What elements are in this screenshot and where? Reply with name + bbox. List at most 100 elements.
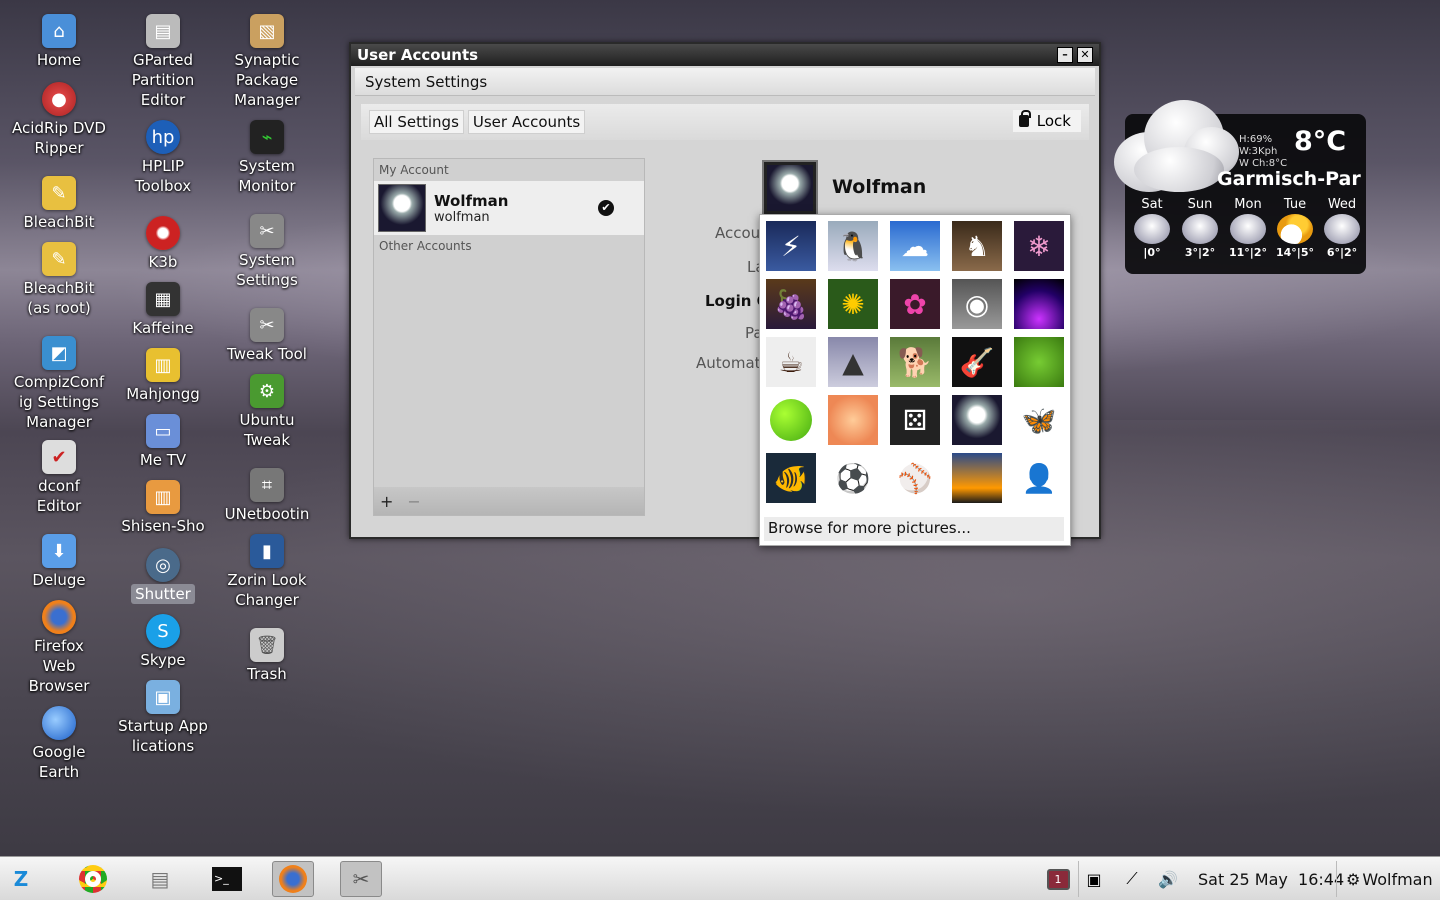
volume-icon[interactable]: 🔊 <box>1150 861 1186 897</box>
browse-pictures-button[interactable]: Browse for more pictures... <box>764 517 1064 541</box>
download-icon: ⬇ <box>42 534 76 568</box>
broom-icon: ✎ <box>42 242 76 276</box>
desktop-icon-label: Me TV <box>139 451 187 469</box>
close-button[interactable]: ✕ <box>1077 47 1093 63</box>
trash-icon: 🗑 <box>250 628 284 662</box>
rain-cloud-icon <box>1324 214 1360 244</box>
notification-indicator[interactable]: 1 <box>1040 861 1076 897</box>
desktop-icon-ubuntu-tweak[interactable]: ⚙ Ubuntu Tweak <box>215 374 319 450</box>
desktop-icon-firefox[interactable]: Firefox Web Browser <box>7 600 111 696</box>
account-display-name: Wolfman <box>434 191 509 210</box>
desktop-icon-skype[interactable]: S Skype <box>111 614 215 670</box>
keyboard-indicator-icon[interactable]: ▣ <box>1076 861 1112 897</box>
desktop-icon-startup-applications[interactable]: ▣ Startup Applications <box>111 680 215 756</box>
desktop-icon-k3b[interactable]: K3b <box>111 216 215 272</box>
add-account-button[interactable]: + <box>380 492 393 511</box>
lock-icon <box>1018 110 1031 127</box>
desktop-icon-label: Shutter <box>131 584 195 604</box>
desktop-icon-tweak-tool[interactable]: ✂ Tweak Tool <box>215 308 319 364</box>
picture-cat-eye[interactable]: ◉ <box>952 279 1002 329</box>
breadcrumb: All Settings User Accounts Lock <box>361 104 1089 140</box>
desktop-icon-mahjongg[interactable]: ▥ Mahjongg <box>111 348 215 404</box>
desktop-icon-label: Ubuntu Tweak <box>239 411 295 449</box>
picture-clouds[interactable]: ☁ <box>890 221 940 271</box>
window-title: User Accounts <box>357 46 479 64</box>
terminal-icon[interactable]: >_ <box>206 861 248 897</box>
picture-lightning[interactable]: ⚡ <box>766 221 816 271</box>
picture-sunflower[interactable]: ✺ <box>828 279 878 329</box>
desktop-icon-bleachbit-root[interactable]: ✎ BleachBit (as root) <box>7 242 111 318</box>
window-titlebar[interactable]: User Accounts – ✕ <box>351 44 1099 66</box>
other-accounts-heading: Other Accounts <box>379 239 472 253</box>
desktop-icon-shutter[interactable]: ◎ Shutter <box>111 548 215 604</box>
remove-account-button[interactable]: − <box>407 492 420 511</box>
user-picture-button[interactable] <box>762 160 818 216</box>
picture-person[interactable]: 👤 <box>1014 453 1064 503</box>
picture-penguin[interactable]: 🐧 <box>828 221 878 271</box>
picture-tennis-ball[interactable] <box>766 395 816 445</box>
desktop-icon-unetbootin[interactable]: ⌗ UNetbootin <box>215 468 319 524</box>
desktop-icon-gparted[interactable]: ▤ GParted Partition Editor <box>111 14 215 110</box>
minimize-button[interactable]: – <box>1057 47 1073 63</box>
picture-guitar[interactable]: 🎸 <box>952 337 1002 387</box>
picture-rose[interactable] <box>828 395 878 445</box>
user-menu[interactable]: ⚙ Wolfman <box>1346 857 1433 900</box>
user-full-name[interactable]: Wolfman <box>832 176 926 198</box>
picture-chess[interactable]: ♞ <box>952 221 1002 271</box>
network-icon[interactable]: ⟋ <box>1114 861 1150 897</box>
zorin-menu-icon[interactable]: Z <box>0 861 42 897</box>
picture-sunset[interactable] <box>952 453 1002 503</box>
lock-button[interactable]: Lock <box>1012 110 1081 132</box>
desktop-icon-shisen-sho[interactable]: ▥ Shisen-Sho <box>111 480 215 536</box>
desktop-icon-hplip[interactable]: hp HPLIP Toolbox <box>111 120 215 196</box>
picture-coffee[interactable]: ☕ <box>766 337 816 387</box>
picture-space-shuttle[interactable]: ▲ <box>828 337 878 387</box>
chrome-icon[interactable] <box>72 861 114 897</box>
firefox-icon[interactable] <box>272 861 314 897</box>
desktop-icon-kaffeine[interactable]: ▦ Kaffeine <box>111 282 215 338</box>
picture-grid: ⚡ 🐧 ☁ ♞ ❄ 🍇 ✺ ✿ ◉ ☕ ▲ 🐕 🎸 ⚄ 🦋 🐠 ⚽ ⚾ 👤 <box>766 221 1064 503</box>
picture-soccer-ball[interactable]: ⚽ <box>828 453 878 503</box>
picture-baseball[interactable]: ⚾ <box>890 453 940 503</box>
clock[interactable]: Sat 25 May 16:44 <box>1198 857 1344 900</box>
desktop-icon-system-monitor[interactable]: ⌁ System Monitor <box>215 120 319 196</box>
picture-butterfly[interactable]: 🦋 <box>1014 395 1064 445</box>
desktop-icon-synaptic[interactable]: ▧ Synaptic Package Manager <box>215 14 319 110</box>
desktop-icon-label: BleachBit (as root) <box>23 279 95 317</box>
desktop-icon-deluge[interactable]: ⬇ Deluge <box>7 534 111 590</box>
desktop-icon-bleachbit[interactable]: ✎ BleachBit <box>7 176 111 232</box>
desktop-icon-label: Firefox Web Browser <box>28 637 90 695</box>
breadcrumb-user-accounts[interactable]: User Accounts <box>467 110 586 134</box>
files-icon[interactable]: ▤ <box>139 861 181 897</box>
picture-flower[interactable]: ✿ <box>890 279 940 329</box>
picture-snowflake[interactable]: ❄ <box>1014 221 1064 271</box>
compiz-icon: ◩ <box>42 336 76 370</box>
desktop-icon-home[interactable]: ⌂ Home <box>7 14 111 70</box>
desktop-icon-google-earth[interactable]: Google Earth <box>7 706 111 782</box>
desktop-icon-dconf[interactable]: ✔ dconf Editor <box>7 440 111 516</box>
desktop-icon-label: System Settings <box>236 251 298 289</box>
desktop-icon-compizconfig[interactable]: ◩ CompizConfig Settings Manager <box>7 336 111 432</box>
forecast-day-label: Wed <box>1327 197 1357 212</box>
picture-puppy[interactable]: 🐕 <box>890 337 940 387</box>
desktop-icon-label: HPLIP Toolbox <box>134 157 192 195</box>
picture-dice[interactable]: ⚄ <box>890 395 940 445</box>
picture-plasma[interactable] <box>1014 279 1064 329</box>
tools-icon[interactable]: ✂ <box>340 861 382 897</box>
weather-temperature: 8°C <box>1294 126 1347 157</box>
desktop-icon-acidrip[interactable]: ● AcidRip DVD Ripper <box>7 82 111 158</box>
field-label-automatic-login: Automat <box>696 354 761 372</box>
breadcrumb-all-settings[interactable]: All Settings <box>369 110 464 134</box>
desktop-icon-trash[interactable]: 🗑 Trash <box>215 628 319 684</box>
brush-icon: ▮ <box>250 534 284 568</box>
account-row-wolfman[interactable]: Wolfman wolfman ✔ <box>374 181 644 235</box>
desktop-icon-me-tv[interactable]: ▭ Me TV <box>111 414 215 470</box>
picture-astronaut[interactable] <box>952 395 1002 445</box>
picture-clownfish[interactable]: 🐠 <box>766 453 816 503</box>
desktop-icon-zorin-look-changer[interactable]: ▮ Zorin Look Changer <box>215 534 319 610</box>
desktop-icon-system-settings[interactable]: ✂ System Settings <box>215 214 319 290</box>
user-menu-label: Wolfman <box>1362 869 1433 889</box>
picture-leaf[interactable] <box>1014 337 1064 387</box>
picture-grapes[interactable]: 🍇 <box>766 279 816 329</box>
desktop-icon-label: Zorin Look Changer <box>227 571 307 609</box>
